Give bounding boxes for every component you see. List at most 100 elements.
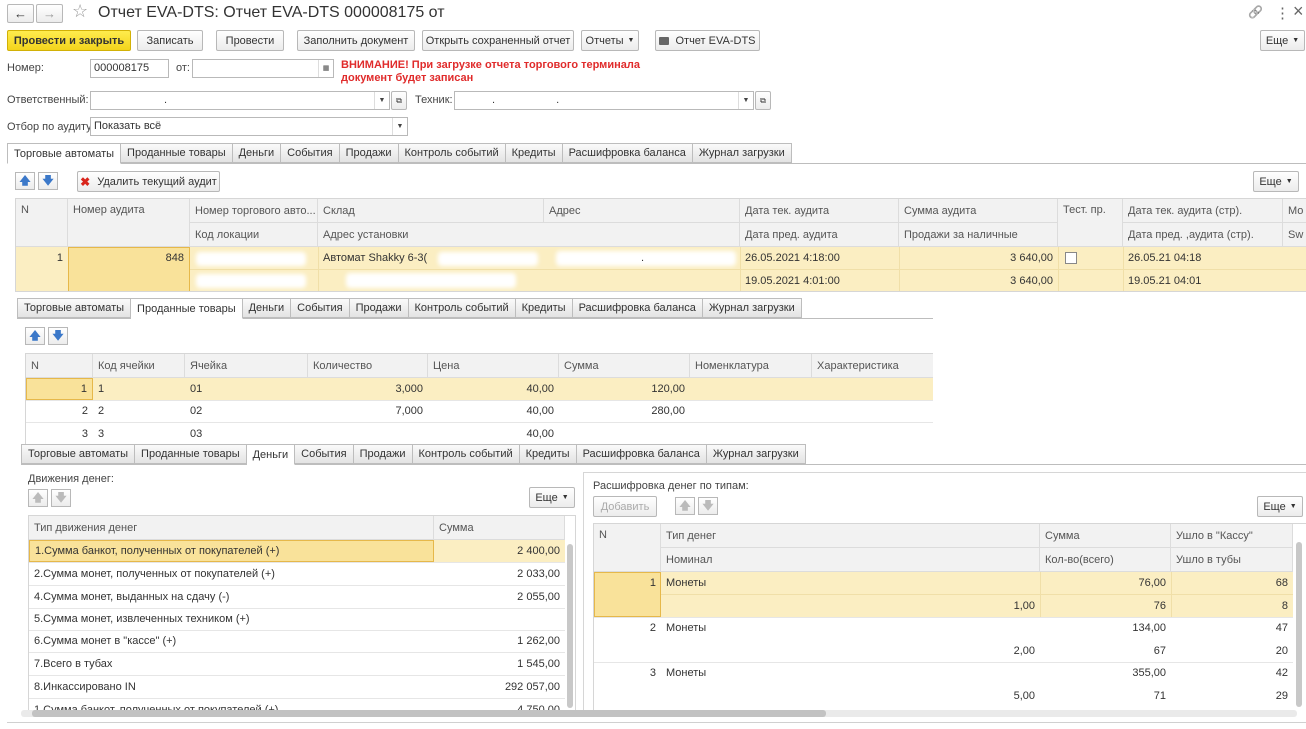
col-money-type: Тип денег — [661, 524, 1040, 548]
tab-sold-goods[interactable]: Проданные товары — [135, 444, 247, 464]
print-eva-report-label: Отчет EVA-DTS — [675, 34, 756, 47]
price-cell: 40,00 — [526, 405, 554, 417]
test-checkbox[interactable] — [1065, 252, 1077, 264]
number-field[interactable]: 000008175 — [90, 59, 169, 78]
col-warehouse: Склад — [318, 199, 544, 223]
tab-sales[interactable]: Продажи — [353, 444, 413, 464]
open-responsible-icon[interactable]: ⧉ — [391, 91, 407, 110]
date-field[interactable]: ▦ — [192, 59, 334, 78]
technician-value: . . — [492, 94, 560, 106]
tab-event-control[interactable]: Контроль событий — [412, 444, 520, 464]
page-title: Отчет EVA-DTS: Отчет EVA-DTS 000008175 о… — [98, 4, 445, 21]
tab-load-log[interactable]: Журнал загрузки — [706, 444, 806, 464]
cell-code: 1 — [98, 383, 105, 395]
move-up-icon[interactable]: 🡅 — [25, 327, 45, 345]
tabs1-baseline — [7, 163, 1306, 164]
machines-more-button[interactable]: Еще ▼ — [1253, 171, 1299, 192]
tab-events[interactable]: События — [295, 444, 354, 464]
col-nomenclature: Номенклатура — [690, 354, 812, 378]
tab-sold-goods[interactable]: Проданные товары — [131, 298, 243, 319]
print-eva-report-button[interactable]: Отчет EVA-DTS — [655, 30, 760, 51]
movement-sum-cell: 4 750,00 — [517, 704, 560, 710]
move-up-icon[interactable]: 🡅 — [675, 497, 695, 515]
col-divider — [318, 247, 319, 291]
col-machine-number: Номер торгового авто... — [190, 199, 318, 223]
tab-events[interactable]: События — [281, 143, 340, 163]
move-up-icon[interactable]: 🡅 — [15, 172, 35, 190]
tab-load-log[interactable]: Журнал загрузки — [702, 298, 802, 318]
tab-credits[interactable]: Кредиты — [519, 444, 577, 464]
close-icon[interactable]: × — [1293, 1, 1304, 22]
tab-vending-machines[interactable]: Торговые автоматы — [7, 143, 122, 164]
vertical-scrollbar[interactable] — [1296, 542, 1302, 707]
tab-vending-machines[interactable]: Торговые автоматы — [17, 298, 132, 318]
tab-balance[interactable]: Расшифровка баланса — [576, 444, 707, 464]
delete-audit-button[interactable]: ✖ Удалить текущий аудит — [77, 171, 220, 192]
move-down-icon[interactable]: 🡇 — [48, 327, 68, 345]
dropdown-arrow-icon[interactable]: ▼ — [392, 118, 407, 135]
money-movements-table: Тип движения денег Сумма 1.Сумма банкот,… — [28, 515, 576, 710]
fill-document-button[interactable]: Заполнить документ — [297, 30, 415, 51]
movement-sum-cell: 1 262,00 — [517, 635, 560, 647]
move-down-icon[interactable]: 🡇 — [51, 489, 71, 507]
dropdown-arrow-icon[interactable]: ▼ — [738, 92, 753, 109]
tab-event-control[interactable]: Контроль событий — [398, 143, 506, 163]
forward-button[interactable]: → — [36, 4, 63, 23]
horizontal-scrollbar-thumb[interactable] — [32, 710, 826, 717]
audit-filter-select[interactable]: Показать всё ▼ — [90, 117, 408, 136]
col-mo: Мо — [1283, 199, 1306, 223]
favorite-star-icon[interactable]: ☆ — [72, 1, 88, 22]
tab-sold-goods[interactable]: Проданные товары — [121, 143, 233, 163]
open-technician-icon[interactable]: ⧉ — [755, 91, 771, 110]
vertical-scrollbar[interactable] — [567, 544, 573, 708]
tab-sales[interactable]: Продажи — [339, 143, 399, 163]
quantity-cell: 3,000 — [395, 383, 423, 395]
tab-money[interactable]: Деньги — [242, 298, 292, 318]
tab-balance[interactable]: Расшифровка баланса — [562, 143, 693, 163]
post-and-close-button[interactable]: Провести и закрыть — [7, 30, 131, 51]
tab-vending-machines[interactable]: Торговые автоматы — [21, 444, 136, 464]
money-more-button[interactable]: Еще ▼ — [529, 487, 575, 508]
move-up-icon[interactable]: 🡅 — [28, 489, 48, 507]
sum-cell — [559, 423, 690, 445]
money-types-more-button[interactable]: Еще ▼ — [1257, 496, 1303, 517]
add-button[interactable]: Добавить — [593, 496, 657, 517]
technician-field[interactable]: . . ▼ — [454, 91, 754, 110]
tab-event-control[interactable]: Контроль событий — [408, 298, 516, 318]
to-tubes-cell: 29 — [1275, 690, 1288, 702]
tab-events[interactable]: События — [291, 298, 350, 318]
responsible-value: . — [164, 94, 168, 106]
cell-name: 03 — [190, 428, 203, 440]
responsible-field[interactable]: . ▼ — [90, 91, 390, 110]
post-button[interactable]: Провести — [216, 30, 284, 51]
reports-menu-button[interactable]: Отчеты ▼ — [581, 30, 639, 51]
movement-type-cell: 5.Сумма монет, извлеченных техником (+) — [34, 613, 250, 625]
bottom-border — [7, 722, 1306, 723]
tab-money[interactable]: Деньги — [232, 143, 282, 163]
warning-line1: ВНИМАНИЕ! При загрузке отчета торгового … — [341, 59, 640, 71]
tab-load-log[interactable]: Журнал загрузки — [692, 143, 792, 163]
more-menu-button[interactable]: Еще ▼ — [1260, 30, 1305, 51]
tab-balance[interactable]: Расшифровка баланса — [572, 298, 703, 318]
movement-type-cell: 8.Инкассировано IN — [34, 681, 136, 693]
calendar-icon[interactable]: ▦ — [318, 60, 333, 77]
move-down-icon[interactable]: 🡇 — [698, 497, 718, 515]
kebab-menu-icon[interactable]: ⋮ — [1275, 4, 1290, 22]
tab-money[interactable]: Деньги — [246, 444, 296, 465]
link-icon[interactable]: 🔗 — [1248, 5, 1263, 19]
tab-credits[interactable]: Кредиты — [505, 143, 563, 163]
open-saved-report-button[interactable]: Открыть сохраненный отчет — [422, 30, 574, 51]
col-sum: Сумма — [434, 516, 565, 540]
cell-code: 2 — [98, 405, 105, 417]
row-n[interactable]: 1 — [26, 378, 93, 400]
save-button[interactable]: Записать — [137, 30, 203, 51]
machines-table: N Номер аудита Номер торгового авто... С… — [15, 198, 1306, 292]
tab-sales[interactable]: Продажи — [349, 298, 409, 318]
movement-type-cell[interactable]: 1.Сумма банкот, полученных от покупателе… — [29, 540, 434, 562]
dropdown-arrow-icon[interactable]: ▼ — [374, 92, 389, 109]
audit-number-cell[interactable]: 848 — [68, 247, 190, 291]
movement-type-cell: 1.Сумма банкот, полученных от покупателе… — [34, 704, 279, 710]
back-button[interactable]: ← — [7, 4, 34, 23]
tab-credits[interactable]: Кредиты — [515, 298, 573, 318]
move-down-icon[interactable]: 🡇 — [38, 172, 58, 190]
